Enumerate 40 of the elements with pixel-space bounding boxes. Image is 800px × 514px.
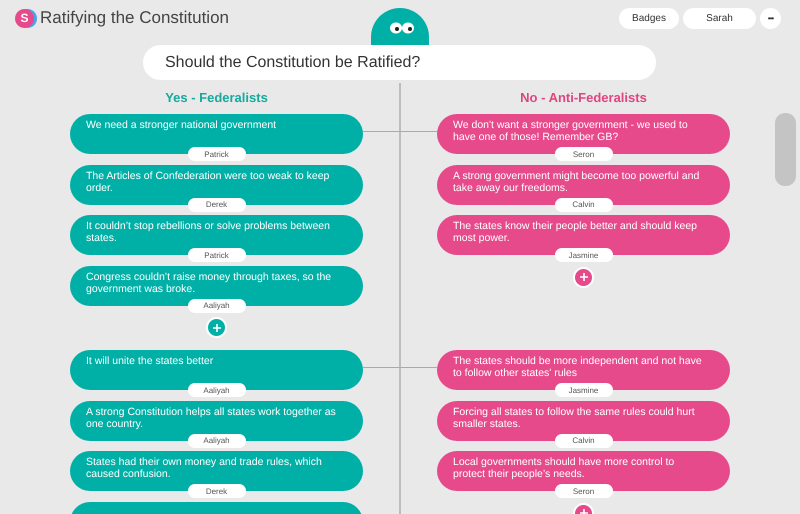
- plus-icon: [212, 322, 222, 332]
- mascot-drawing: [371, 8, 429, 45]
- argument-text: Congress couldn’t raise money through taxes, so the government was broke.: [86, 270, 332, 295]
- argument-text: Forcing all states to follow the same rules could hurt smaller states.: [453, 406, 695, 430]
- author-tag: Derek: [188, 484, 246, 498]
- add-button[interactable]: [573, 266, 594, 288]
- page-title: Ratifying the Constitution: [40, 8, 229, 28]
- argument-text: It couldn’t stop rebellions or solve problems between states.: [86, 220, 330, 244]
- author-tag: Aaliyah: [188, 298, 246, 312]
- argument-text: Local governments should have more control to protect their people’s needs.: [453, 456, 674, 480]
- header-button[interactable]: Sarah: [683, 8, 756, 29]
- column-heading: Yes - Federalists: [164, 89, 269, 107]
- argument-text: A strong Constitution helps all states work together as one country.: [86, 406, 336, 430]
- app-logo: S: [15, 8, 34, 28]
- author-tag: Calvin: [554, 198, 612, 212]
- add-button[interactable]: [206, 317, 227, 338]
- plus-icon: [578, 272, 588, 282]
- author-tag: Aaliyah: [188, 434, 246, 448]
- author-tag: Patrick: [188, 248, 246, 262]
- argument-text: The states know their people better and should keep most power.: [453, 220, 697, 244]
- author-tag: Seron: [554, 147, 612, 161]
- author-tag: Jasmine: [554, 248, 612, 262]
- question-bar: Should the Constitution be Ratified?: [143, 45, 656, 80]
- argument-text: The states should be more independent and not have to follow other states' rules: [453, 355, 702, 380]
- author-tag: Jasmine: [554, 383, 612, 397]
- scrollbar[interactable]: [775, 113, 796, 186]
- author-tag: Aaliyah: [188, 383, 246, 397]
- argument-text: A strong government might become too powerful and take away our freedoms.: [453, 170, 700, 194]
- argument-text: The Articles of Confederation were too weak to keep order.: [86, 170, 330, 194]
- argument-text: It will unite the states better: [86, 355, 214, 367]
- column-heading: No - Anti-Federalists: [519, 89, 648, 107]
- more-button[interactable]: •••: [760, 8, 781, 29]
- author-tag: Derek: [188, 198, 246, 212]
- header-button[interactable]: Badges: [619, 8, 679, 29]
- author-tag: Patrick: [188, 147, 246, 161]
- argument-text: We need a stronger national government: [86, 119, 276, 131]
- author-tag: Calvin: [554, 434, 612, 448]
- author-tag: Seron: [554, 484, 612, 498]
- argument-text: States had their own money and trade rules, which caused confusion.: [86, 456, 322, 480]
- argument-text: We don't want a stronger government - we used to have one of those! Remember GB?: [453, 119, 688, 144]
